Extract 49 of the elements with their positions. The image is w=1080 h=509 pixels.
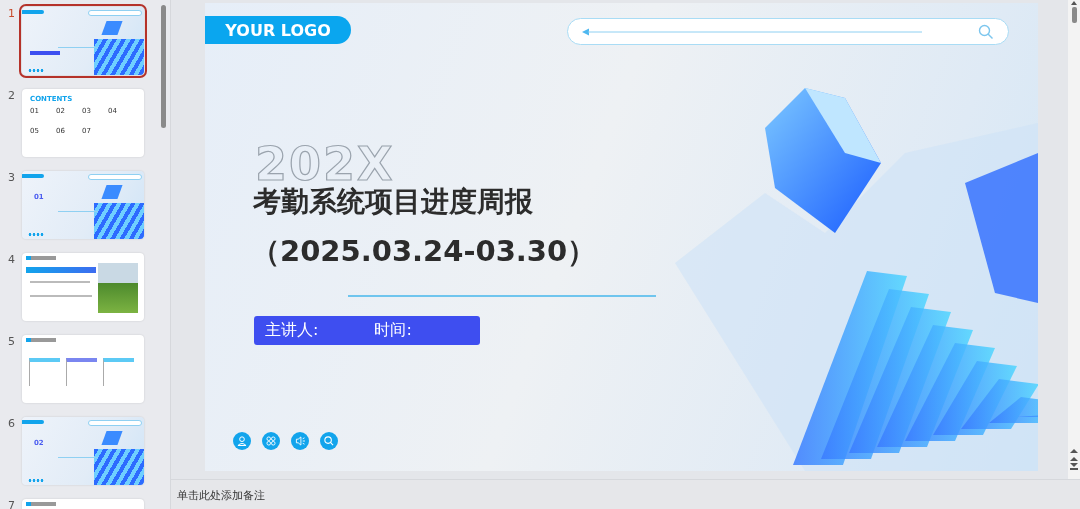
slide-thumbnail[interactable] <box>22 7 144 75</box>
logo-shape <box>22 10 44 14</box>
dot-row <box>28 233 44 236</box>
stairs-shape <box>94 203 144 239</box>
cube-shape <box>101 185 123 199</box>
column-shape <box>103 358 134 386</box>
stairs-shape <box>94 449 144 485</box>
page-nav-icon[interactable] <box>1070 449 1078 471</box>
dot-row <box>28 479 44 482</box>
search-bar-shape <box>88 10 142 16</box>
logo-shape <box>22 174 44 178</box>
speaker-icon <box>291 432 309 450</box>
stairs-shape <box>94 39 144 75</box>
slide-number: 4 <box>7 253 16 266</box>
heading-shape <box>26 338 56 342</box>
heading-shape <box>26 502 56 506</box>
notes-field[interactable]: 单击此处添加备注 <box>177 488 477 501</box>
scrollbar-thumb[interactable] <box>1071 7 1077 23</box>
search-icon[interactable] <box>978 23 994 40</box>
slide-number: 1 <box>7 7 16 20</box>
search-icon <box>320 432 338 450</box>
logo-badge: YOUR LOGO <box>205 16 351 44</box>
cube-shape <box>101 21 123 35</box>
cube-shape <box>101 431 123 445</box>
column-shape <box>66 358 97 386</box>
slide-title: 考勤系统项目进度周报 <box>253 184 533 220</box>
dot-row <box>28 69 44 72</box>
presenter-bar-shape <box>30 51 60 55</box>
search-bar-shape <box>88 420 142 426</box>
photo-placeholder <box>98 263 138 313</box>
presenter-label: 主讲人: <box>265 320 319 341</box>
heading-shape <box>26 256 56 260</box>
date-range: （2025.03.24-03.30） <box>251 233 597 270</box>
column-shape <box>29 358 60 386</box>
arrow-icon <box>582 27 922 36</box>
slide-thumbnail[interactable] <box>22 335 144 403</box>
banner-shape <box>26 267 96 273</box>
slide-number: 7 <box>7 499 16 509</box>
slide-number: 2 <box>7 89 16 102</box>
scrollbar-thumb[interactable] <box>161 5 166 128</box>
time-label: 时间: <box>374 320 412 341</box>
slide-number: 5 <box>7 335 16 348</box>
person-icon <box>233 432 251 450</box>
slide-number: 3 <box>7 171 16 184</box>
slide-thumbnail[interactable] <box>22 253 144 321</box>
grid-icon <box>262 432 280 450</box>
search-bar-shape <box>88 174 142 180</box>
slide-number: 6 <box>7 417 16 430</box>
logo-shape <box>22 420 44 424</box>
